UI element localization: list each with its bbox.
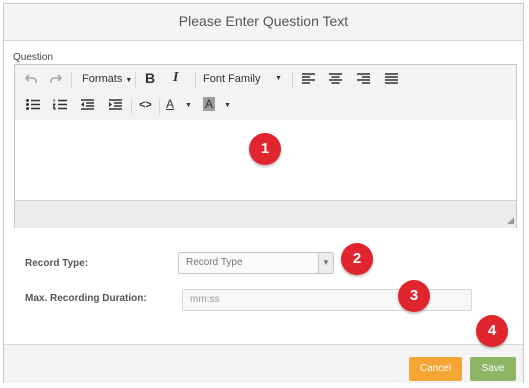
caret-down-icon: ▼ xyxy=(275,75,282,82)
resize-handle-icon[interactable]: ◢ xyxy=(507,215,514,226)
toolbar-separator xyxy=(131,99,132,115)
cancel-button[interactable]: Cancel xyxy=(409,357,462,381)
annotation-badge-3: 3 xyxy=(398,280,430,312)
background-color-glyph: A xyxy=(203,97,216,111)
save-button[interactable]: Save xyxy=(470,357,516,381)
outdent-icon[interactable] xyxy=(81,99,94,110)
question-label: Question xyxy=(13,52,54,63)
annotation-badge-2: 2 xyxy=(341,243,373,275)
bullet-list-icon[interactable] xyxy=(26,99,40,110)
align-center-icon[interactable] xyxy=(329,73,342,84)
bold-button[interactable]: B xyxy=(145,70,155,86)
background-color-button[interactable]: A xyxy=(203,96,216,112)
indent-icon[interactable] xyxy=(109,99,122,110)
align-justify-icon[interactable] xyxy=(385,73,398,84)
font-family-label: Font Family xyxy=(203,73,261,85)
undo-icon[interactable] xyxy=(24,72,38,86)
text-color-button[interactable]: A xyxy=(166,96,174,112)
dialog-footer: Cancel Save xyxy=(4,344,523,383)
caret-down-icon: ▼ xyxy=(125,77,133,84)
font-family-dropdown[interactable]: Font Family ▼ xyxy=(203,71,282,87)
align-right-icon[interactable] xyxy=(357,73,370,84)
record-type-value: Record Type xyxy=(186,257,243,268)
toolbar-separator xyxy=(135,72,136,88)
formats-label: Formats xyxy=(82,73,123,85)
italic-button[interactable]: I xyxy=(173,70,178,86)
editor-statusbar: ◢ xyxy=(15,200,516,228)
source-code-button[interactable]: <> xyxy=(139,97,152,113)
annotation-badge-1: 1 xyxy=(249,133,281,165)
dialog-title: Please Enter Question Text xyxy=(4,4,523,41)
record-type-label: Record Type: xyxy=(25,258,89,269)
toolbar-separator xyxy=(292,72,293,88)
text-color-glyph: A xyxy=(166,97,175,111)
record-type-select[interactable]: Record Type ▼ xyxy=(178,252,334,274)
numbered-list-icon[interactable] xyxy=(53,99,67,110)
text-color-caret-icon[interactable]: ▼ xyxy=(185,98,192,114)
annotation-badge-4: 4 xyxy=(476,315,508,347)
max-duration-placeholder: mm:ss xyxy=(190,294,220,305)
question-dialog: Please Enter Question Text Question Form… xyxy=(3,3,524,383)
background-color-caret-icon[interactable]: ▼ xyxy=(224,98,231,114)
editor-toolbar: Formats ▼ B I Font Family ▼ <> A ▼ A ▼ xyxy=(15,65,516,121)
max-duration-label: Max. Recording Duration: xyxy=(25,293,147,304)
formats-dropdown[interactable]: Formats ▼ xyxy=(82,71,132,89)
redo-icon[interactable] xyxy=(49,72,63,86)
align-left-icon[interactable] xyxy=(302,73,315,84)
toolbar-separator xyxy=(71,72,72,88)
chevron-down-icon: ▼ xyxy=(318,253,333,273)
toolbar-separator xyxy=(159,99,160,115)
toolbar-separator xyxy=(195,72,196,88)
